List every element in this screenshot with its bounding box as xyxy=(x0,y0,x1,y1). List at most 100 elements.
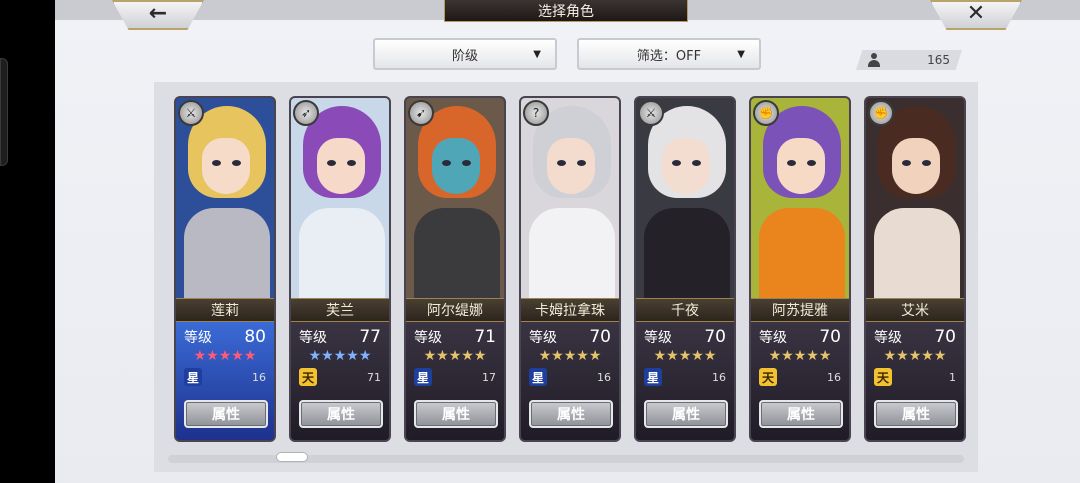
level-label: 等级 xyxy=(184,330,212,346)
character-portrait: ⚔ xyxy=(176,98,274,298)
portrait-face xyxy=(317,138,365,194)
level-label: 等级 xyxy=(759,330,787,346)
level-label: 等级 xyxy=(644,330,672,346)
level-label: 等级 xyxy=(529,330,557,346)
portrait-face xyxy=(662,138,710,194)
attributes-button[interactable]: 属性 xyxy=(299,400,383,428)
character-name: 千夜 xyxy=(636,298,734,322)
portrait-eye xyxy=(462,160,471,166)
character-name: 芙兰 xyxy=(291,298,389,322)
filter-dropdown[interactable]: 筛选：OFF ▼ xyxy=(577,38,761,70)
class-type-icon: ✊ xyxy=(753,100,779,126)
rank-sort-dropdown[interactable]: 阶级 ▼ xyxy=(373,38,557,70)
level-label: 等级 xyxy=(874,330,902,346)
star-rating: ★★★★★ xyxy=(193,348,257,364)
portrait-eye xyxy=(347,160,356,166)
star-rating: ★★★★★ xyxy=(423,348,487,364)
attributes-button[interactable]: 属性 xyxy=(414,400,498,428)
level-value: 77 xyxy=(359,327,381,347)
page-title-bar: 选择角色 xyxy=(444,0,688,22)
level-row: 等级 80 xyxy=(184,326,266,348)
level-value: 70 xyxy=(934,327,956,347)
character-info: 等级 77 ★★★★★ 天 71 属性 xyxy=(291,322,389,440)
attributes-button[interactable]: 属性 xyxy=(184,400,268,428)
portrait-body xyxy=(874,208,960,298)
close-icon: ✕ xyxy=(966,0,986,26)
character-portrait: ? xyxy=(521,98,619,298)
level-row: 等级 70 xyxy=(529,326,611,348)
portrait-eye xyxy=(557,160,566,166)
character-card[interactable]: ⚔ 莲莉 等级 80 ★★★★★ 星 16 属性 xyxy=(174,96,276,442)
character-card[interactable]: ? 卡姆拉拿珠 等级 70 ★★★★★ 星 16 属性 xyxy=(519,96,621,442)
portrait-eye xyxy=(212,160,221,166)
attributes-button[interactable]: 属性 xyxy=(874,400,958,428)
rank-row: 星 16 xyxy=(529,368,611,388)
rank-number: 16 xyxy=(252,371,266,384)
portrait-eye xyxy=(672,160,681,166)
character-card[interactable]: ⚔ 千夜 等级 70 ★★★★★ 星 16 属性 xyxy=(634,96,736,442)
portrait-eye xyxy=(442,160,451,166)
level-row: 等级 70 xyxy=(874,326,956,348)
star-rating: ★★★★★ xyxy=(653,348,717,364)
character-name: 艾米 xyxy=(866,298,964,322)
character-info: 等级 70 ★★★★★ 星 16 属性 xyxy=(636,322,734,440)
level-row: 等级 70 xyxy=(759,326,841,348)
portrait-eye xyxy=(692,160,701,166)
chevron-down-icon: ▼ xyxy=(533,49,541,60)
portrait-body xyxy=(759,208,845,298)
character-portrait: ✊ xyxy=(866,98,964,298)
character-card[interactable]: ✊ 阿苏提雅 等级 70 ★★★★★ 天 16 属性 xyxy=(749,96,851,442)
scrollbar-thumb[interactable] xyxy=(276,452,308,462)
rank-badge-icon: 天 xyxy=(759,368,777,386)
character-card[interactable]: ✊ 艾米 等级 70 ★★★★★ 天 1 属性 xyxy=(864,96,966,442)
class-type-icon: ✊ xyxy=(868,100,894,126)
rank-row: 星 16 xyxy=(644,368,726,388)
screen-edge xyxy=(0,0,55,483)
character-portrait: ✊ xyxy=(751,98,849,298)
filter-label: 筛选：OFF xyxy=(636,48,702,64)
level-row: 等级 77 xyxy=(299,326,381,348)
portrait-eye xyxy=(922,160,931,166)
rank-badge-icon: 天 xyxy=(299,368,317,386)
portrait-eye xyxy=(577,160,586,166)
rank-row: 天 71 xyxy=(299,368,381,388)
attributes-button[interactable]: 属性 xyxy=(529,400,613,428)
character-portrait: ➶ xyxy=(291,98,389,298)
portrait-face xyxy=(892,138,940,194)
portrait-body xyxy=(529,208,615,298)
rank-row: 天 1 xyxy=(874,368,956,388)
rank-badge-icon: 天 xyxy=(874,368,892,386)
attributes-button[interactable]: 属性 xyxy=(759,400,843,428)
page-title: 选择角色 xyxy=(538,3,594,20)
class-type-icon: ⚔ xyxy=(638,100,664,126)
chevron-down-icon: ▼ xyxy=(737,49,745,60)
class-type-icon: ➹ xyxy=(408,100,434,126)
rank-badge-icon: 星 xyxy=(529,368,547,386)
portrait-eye xyxy=(232,160,241,166)
class-type-icon: ? xyxy=(523,100,549,126)
portrait-body xyxy=(414,208,500,298)
roster-count-value: 165 xyxy=(927,53,950,67)
portrait-face xyxy=(777,138,825,194)
rank-number: 1 xyxy=(949,371,956,384)
level-row: 等级 71 xyxy=(414,326,496,348)
portrait-face xyxy=(432,138,480,194)
rank-badge-icon: 星 xyxy=(184,368,202,386)
rank-number: 16 xyxy=(712,371,726,384)
rank-badge-icon: 星 xyxy=(414,368,432,386)
attributes-button[interactable]: 属性 xyxy=(644,400,728,428)
level-value: 71 xyxy=(474,327,496,347)
rank-row: 星 17 xyxy=(414,368,496,388)
rank-row: 星 16 xyxy=(184,368,266,388)
portrait-face xyxy=(547,138,595,194)
character-info: 等级 71 ★★★★★ 星 17 属性 xyxy=(406,322,504,440)
rank-number: 16 xyxy=(827,371,841,384)
star-rating: ★★★★★ xyxy=(768,348,832,364)
side-tab[interactable] xyxy=(0,58,8,166)
rank-sort-label: 阶级 xyxy=(451,48,478,64)
character-card[interactable]: ➶ 芙兰 等级 77 ★★★★★ 天 71 属性 xyxy=(289,96,391,442)
character-card[interactable]: ➹ 阿尔缇娜 等级 71 ★★★★★ 星 17 属性 xyxy=(404,96,506,442)
star-rating: ★★★★★ xyxy=(883,348,947,364)
portrait-face xyxy=(202,138,250,194)
character-portrait: ➹ xyxy=(406,98,504,298)
